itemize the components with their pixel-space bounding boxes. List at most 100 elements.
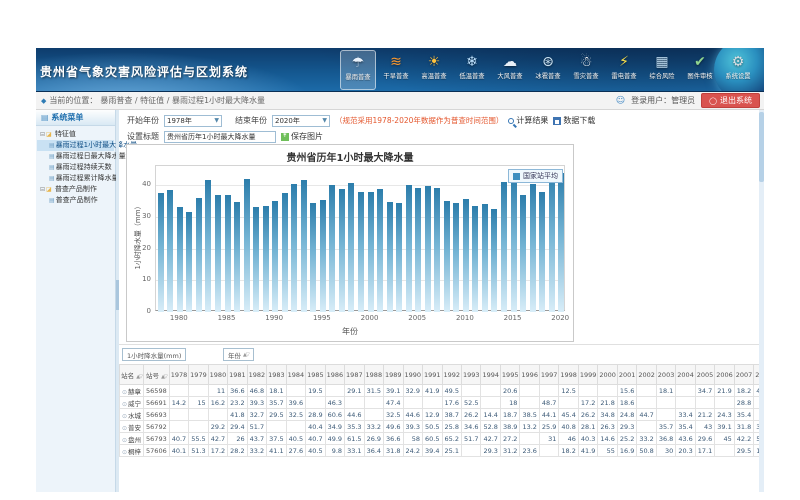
sidebar: ▤ 系统菜单 ⊟◪ 特征值▤暴雨过程1小时最大降水量▤暴雨过程日最大降水量▤暴雨… — [36, 110, 116, 492]
table-cell: 25.1 — [442, 445, 461, 457]
chart-title-input[interactable] — [164, 131, 276, 143]
sort-icons[interactable]: ▲▽ — [161, 374, 167, 380]
sort-icons[interactable]: ▲▽ — [243, 352, 249, 358]
nav-lightning[interactable]: ⚡雷电普查 — [606, 50, 642, 90]
nav-low-temperature[interactable]: ❄低温普查 — [454, 50, 490, 90]
y-tick-label: 10 — [127, 275, 151, 283]
bar — [167, 190, 173, 312]
table-cell: 46 — [559, 433, 578, 445]
station-radio-icon[interactable]: ⊙ — [122, 437, 127, 444]
table-cell: 36.6 — [384, 433, 403, 445]
station-name-cell: ⊙盘州 — [120, 433, 144, 445]
bar — [291, 184, 297, 312]
station-radio-icon[interactable]: ⊙ — [122, 401, 127, 408]
app-title: 贵州省气象灾害风险评估与区划系统 — [40, 63, 248, 80]
column-header[interactable]: 站名 ▲▽ — [120, 365, 144, 385]
column-header[interactable]: 站号 ▲▽ — [144, 365, 170, 385]
nav-strong-wind[interactable]: ☁大风普查 — [492, 50, 528, 90]
scrollbar-thumb[interactable] — [759, 112, 764, 182]
table-cell: 17.1 — [695, 445, 714, 457]
table-cell: 50.8 — [637, 445, 656, 457]
start-year-select[interactable]: 1978年 ▼ — [164, 115, 222, 127]
table-cell: 29.4 — [228, 421, 247, 433]
table-cell — [539, 445, 558, 457]
table-cell: 18.2 — [734, 385, 753, 397]
table-cell — [656, 409, 675, 421]
bar — [530, 184, 536, 312]
calculate-button[interactable]: 计算结果 — [508, 115, 548, 126]
sidebar-item[interactable]: ▤普查产品制作 — [37, 195, 114, 206]
station-radio-icon[interactable]: ⊙ — [122, 389, 127, 396]
vertical-scrollbar[interactable] — [759, 110, 764, 492]
sidebar-item-label: 暴雨过程累计降水量 — [56, 174, 119, 182]
table-cell: 18.7 — [500, 409, 519, 421]
table-cell: 38.9 — [500, 421, 519, 433]
station-radio-icon[interactable]: ⊙ — [122, 449, 127, 456]
nav-map-review[interactable]: ✔图件审核 — [682, 50, 718, 90]
table-cell — [520, 397, 539, 409]
table-cell — [715, 445, 734, 457]
bar — [225, 195, 231, 312]
nav-rainstorm[interactable]: ☂暴雨普查 — [340, 50, 376, 90]
set-title-label: 设置标题 — [127, 131, 159, 142]
station-radio-icon[interactable]: ⊙ — [122, 425, 127, 432]
x-axis-label: 年份 — [127, 326, 573, 337]
year-column-header: 1994 — [481, 365, 500, 385]
nav-drought[interactable]: ≋干旱普查 — [378, 50, 414, 90]
sidebar-item[interactable]: ▤暴雨过程持续天数 — [37, 162, 114, 173]
bar — [329, 185, 335, 312]
table-cell — [286, 385, 305, 397]
collapse-icon[interactable]: ⊟ — [40, 131, 45, 138]
bar — [234, 202, 240, 312]
search-icon — [508, 118, 514, 124]
table-cell: 28.9 — [306, 409, 325, 421]
table-cell: 55.5 — [189, 433, 208, 445]
x-tick-label: 2020 — [545, 314, 575, 322]
table-cell: 32.9 — [403, 385, 422, 397]
nav-system-settings[interactable]: ⚙系统设置 — [720, 50, 756, 90]
table-cell — [461, 445, 480, 457]
sidebar-item[interactable]: ▤暴雨过程日最大降水量 — [37, 151, 114, 162]
chart-legend: 国家站平均 — [508, 169, 563, 183]
strong-wind-icon: ☁ — [503, 53, 517, 71]
year-pivot-box[interactable]: 年份 ▲▽ — [223, 348, 254, 361]
table-cell: 51.7 — [461, 433, 480, 445]
nav-hail[interactable]: ⊛冰雹普查 — [530, 50, 566, 90]
nav-high-temperature[interactable]: ☀高温普查 — [416, 50, 452, 90]
measure-filter-box[interactable]: 1小时降水量(mm) — [122, 348, 186, 361]
nav-comprehensive-risk[interactable]: ▦综合风险 — [644, 50, 680, 90]
bar — [301, 180, 307, 312]
end-year-select[interactable]: 2020年 ▼ — [272, 115, 330, 127]
table-cell: 39.4 — [423, 445, 442, 457]
x-tick-label: 1995 — [307, 314, 337, 322]
table-cell: 38.5 — [520, 409, 539, 421]
logout-button[interactable]: ◯ 退出系统 — [701, 93, 760, 108]
sidebar-group[interactable]: ⊟◪ 普查产品制作 — [37, 184, 114, 195]
save-image-button[interactable]: 保存图片 — [281, 131, 323, 142]
download-button[interactable]: 数据下载 — [553, 115, 595, 126]
nav-label: 系统设置 — [725, 72, 750, 81]
nav-snow-disaster[interactable]: ☃雪灾普查 — [568, 50, 604, 90]
table-cell: 43 — [695, 421, 714, 433]
year-column-header: 2004 — [676, 365, 695, 385]
table-cell — [189, 421, 208, 433]
bar — [539, 192, 545, 312]
table-cell: 29.3 — [617, 421, 636, 433]
table-cell — [345, 397, 364, 409]
table-header-row: 站名 ▲▽站号 ▲▽197819791980198119821983198419… — [120, 365, 760, 385]
collapse-icon[interactable]: ⊟ — [40, 186, 45, 193]
station-radio-icon[interactable]: ⊙ — [122, 413, 127, 420]
bar — [501, 182, 507, 312]
sidebar-item[interactable]: ▤暴雨过程累计降水量 — [37, 173, 114, 184]
year-column-header: 1985 — [306, 365, 325, 385]
nav-label: 低温普查 — [459, 72, 484, 81]
breadcrumb[interactable]: 暴雨普查 / 特征值 / 暴雨过程1小时最大降水量 — [100, 95, 265, 106]
table-cell: 55 — [598, 445, 617, 457]
year-column-header: 2002 — [637, 365, 656, 385]
download-label: 数据下载 — [563, 115, 595, 126]
sidebar-group[interactable]: ⊟◪ 特征值 — [37, 129, 114, 140]
sidebar-item[interactable]: ▤暴雨过程1小时最大降水量 — [37, 140, 114, 151]
table-cell: 39.6 — [286, 397, 305, 409]
sort-icons[interactable]: ▲▽ — [136, 374, 142, 380]
bar — [406, 185, 412, 312]
